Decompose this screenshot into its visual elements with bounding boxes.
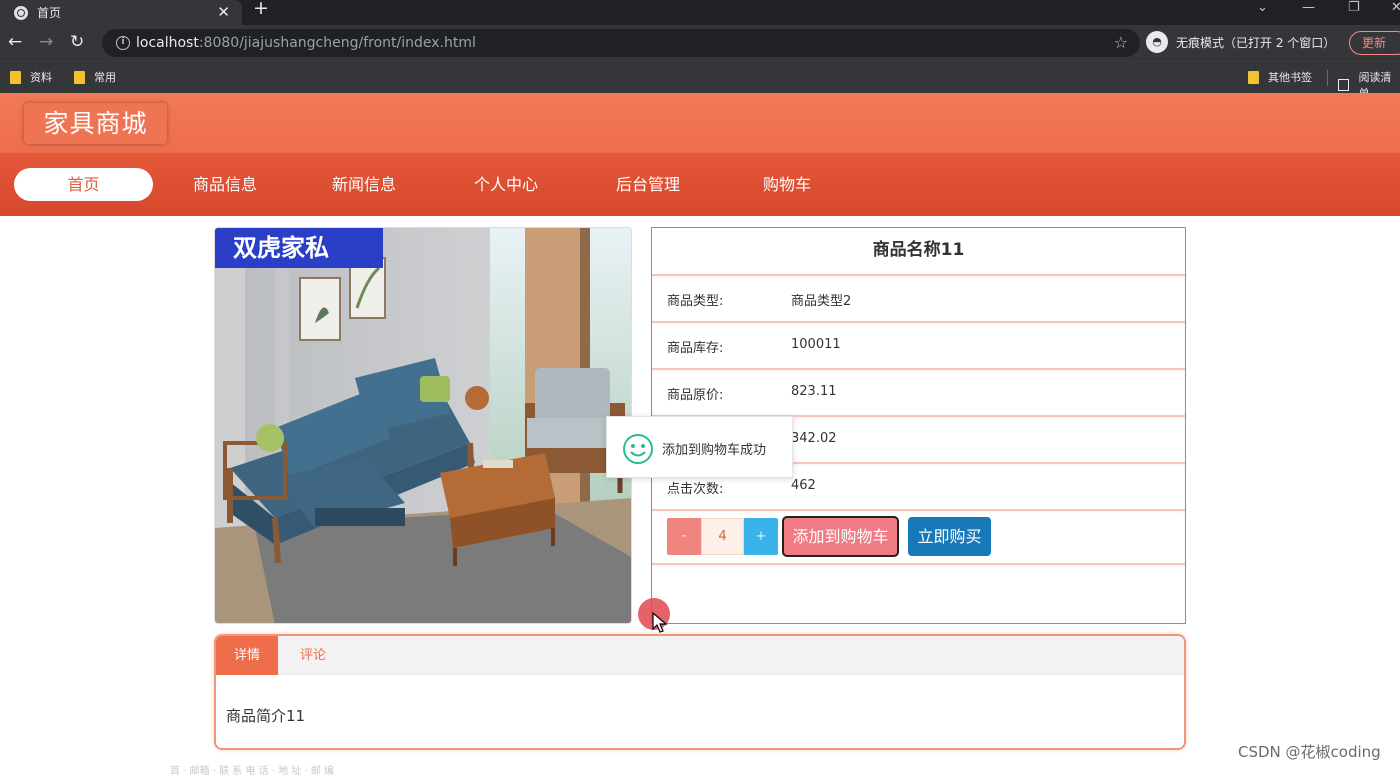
folder-icon: [10, 70, 21, 84]
globe-icon: [14, 5, 28, 20]
nav-news[interactable]: 新闻信息: [319, 168, 409, 201]
footer-text: 首 · 邮箱 · 联 系 电 话 · 地 址 · 邮 编: [170, 766, 335, 777]
close-window-icon[interactable]: ✕: [1391, 0, 1400, 15]
site-logo[interactable]: 家具商城: [24, 103, 167, 144]
update-button[interactable]: 更新: [1349, 31, 1400, 55]
incognito-label: 无痕模式（已打开 2 个窗口）: [1176, 35, 1336, 50]
bookmark-star-icon[interactable]: ☆: [1114, 33, 1128, 52]
minimize-icon[interactable]: —: [1302, 0, 1315, 15]
tab-title: 首页: [37, 6, 62, 20]
info-label: 商品库存:: [667, 341, 724, 356]
nav-products[interactable]: 商品信息: [180, 168, 270, 201]
quantity-increase-button[interactable]: +: [744, 518, 778, 555]
nav-cart[interactable]: 购物车: [742, 168, 832, 201]
address-bar[interactable]: i localhost:8080/jiajushangcheng/front/i…: [102, 29, 1140, 57]
main-nav: 首页 商品信息 新闻信息 个人中心 后台管理 购物车: [0, 153, 1400, 216]
product-image[interactable]: 双虎家私: [214, 227, 632, 624]
success-toast: 添加到购物车成功: [606, 416, 793, 478]
info-row-type: 商品类型: 商品类型2: [652, 274, 1185, 321]
product-name: 商品名称11: [872, 240, 965, 260]
buy-now-button[interactable]: 立即购买: [908, 517, 991, 556]
bookmark-divider: [1327, 70, 1328, 86]
tab-details[interactable]: 详情: [216, 636, 278, 675]
tab-comments[interactable]: 评论: [278, 636, 348, 675]
image-banner-text: 双虎家私: [233, 234, 329, 262]
reload-icon[interactable]: ↻: [70, 32, 84, 52]
smile-icon: [623, 434, 653, 464]
info-row-empty: [652, 563, 1185, 623]
bookmark-label: 资料: [30, 71, 52, 84]
info-value: 462: [791, 478, 816, 493]
info-value: 商品类型2: [791, 294, 852, 309]
bookmark-folder-changyong[interactable]: 常用: [74, 69, 116, 85]
tab-search-icon[interactable]: ⌄: [1257, 0, 1268, 15]
folder-icon: [1248, 70, 1259, 84]
browser-toolbar: ← → ↻ i localhost:8080/jiajushangcheng/f…: [0, 25, 1400, 61]
toast-message: 添加到购物车成功: [662, 443, 767, 458]
restore-icon[interactable]: ❐: [1348, 0, 1360, 15]
quantity-input[interactable]: 4: [701, 518, 744, 555]
forward-icon[interactable]: →: [39, 32, 53, 52]
detail-tab-header: 详情 评论: [216, 636, 1184, 675]
mouse-cursor-icon: [652, 612, 668, 633]
info-value: 100011: [791, 337, 841, 352]
bookmark-folder-other[interactable]: 其他书签: [1248, 69, 1312, 85]
close-tab-icon[interactable]: ✕: [217, 3, 230, 21]
csdn-watermark: CSDN @花椒coding: [1238, 743, 1381, 761]
info-value: 823.11: [791, 384, 837, 399]
info-value: 342.02: [791, 431, 837, 446]
bookmarks-bar: 资料 常用 其他书签 阅读清单: [0, 61, 1400, 100]
bookmark-folder-ziliao[interactable]: 资料: [10, 69, 52, 85]
info-label: 商品原价:: [667, 388, 724, 403]
url-text: localhost:8080/jiajushangcheng/front/ind…: [136, 35, 476, 51]
add-to-cart-button[interactable]: 添加到购物车: [782, 516, 899, 557]
nav-admin[interactable]: 后台管理: [603, 168, 693, 201]
nav-home[interactable]: 首页: [14, 168, 153, 201]
bookmark-label: 常用: [94, 71, 116, 84]
incognito-icon: ◓: [1146, 31, 1168, 53]
detail-tabs-panel: 详情 评论 商品简介11: [214, 634, 1186, 750]
info-label: 商品类型:: [667, 294, 724, 309]
bookmark-label: 其他书签: [1268, 71, 1312, 84]
folder-icon: [74, 70, 85, 84]
info-label: 点击次数:: [667, 482, 724, 497]
site-header: 家具商城: [0, 93, 1400, 153]
incognito-indicator[interactable]: ◓ 无痕模式（已打开 2 个窗口）: [1146, 31, 1335, 53]
back-icon[interactable]: ←: [8, 32, 22, 52]
reading-list-icon: [1338, 79, 1350, 91]
browser-tab[interactable]: 首页 ✕: [0, 0, 242, 25]
info-row-original-price: 商品原价: 823.11: [652, 368, 1185, 415]
browser-tab-strip: 首页 ✕ + ⌄ — ❐ ✕: [0, 0, 1400, 25]
nav-personal-center[interactable]: 个人中心: [461, 168, 551, 201]
site-info-icon[interactable]: i: [116, 36, 130, 50]
product-description: 商品简介11: [226, 707, 306, 725]
info-row-stock: 商品库存: 100011: [652, 321, 1185, 368]
quantity-decrease-button[interactable]: -: [667, 518, 701, 555]
new-tab-icon[interactable]: +: [253, 0, 269, 18]
